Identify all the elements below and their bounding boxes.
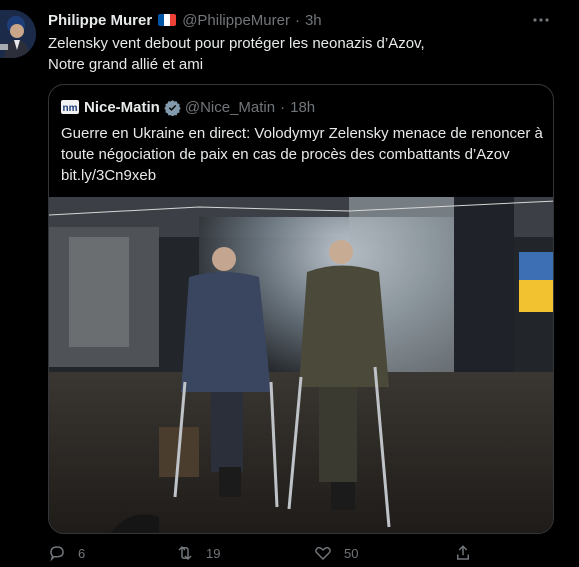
like-count: 50 [344,545,359,561]
tweet-text-line: Zelensky vent debout pour protéger les n… [48,35,425,52]
quoted-tweet-photo[interactable] [49,197,554,534]
quoted-author-name[interactable]: Nice-Matin [84,99,160,116]
tweet-timestamp[interactable]: 3h [305,12,322,29]
svg-text:nm: nm [63,103,78,114]
heart-icon [315,546,331,561]
separator-dot: · [294,11,300,29]
quoted-author-line: nm Nice-Matin @Nice_Matin · 18h [61,97,315,117]
tweet[interactable]: Philippe Murer @PhilippeMurer · 3h Zelen… [0,0,579,567]
author-name[interactable]: Philippe Murer [48,12,152,29]
quoted-text: Guerre en Ukraine en direct: Volodymyr Z… [61,123,547,186]
quoted-timestamp[interactable]: 18h [290,99,315,116]
verified-badge-icon [164,99,181,116]
retweet-count: 19 [206,545,221,561]
author-handle[interactable]: @PhilippeMurer [182,12,290,29]
reply-count: 6 [78,545,86,561]
quoted-text-line: toute négociation de paix en cas de proc… [61,146,510,163]
tweet-text-line: Notre grand allié et ami [48,56,204,73]
reply-button[interactable]: 6 [48,541,85,565]
nice-matin-logo-icon: nm [61,100,79,114]
tweet-actions: 6 19 50 [48,541,528,565]
more-options-icon[interactable] [533,12,549,28]
quoted-tweet[interactable]: nm Nice-Matin @Nice_Matin · 18h Guerre e… [48,84,554,534]
tweet-author-line: Philippe Murer @PhilippeMurer · 3h [48,10,322,30]
france-flag-icon [158,14,177,26]
separator-dot: · [280,98,286,116]
quoted-author-handle[interactable]: @Nice_Matin [185,99,275,116]
quoted-link[interactable]: bit.ly/3Cn9xeb [61,165,547,186]
quoted-text-line: Guerre en Ukraine en direct: Volodymyr Z… [61,125,543,142]
retweet-button[interactable]: 19 [176,541,220,565]
retweet-icon [178,545,192,561]
tweet-text: Zelensky vent debout pour protéger les n… [48,33,548,75]
share-icon [457,545,469,560]
author-avatar[interactable] [0,10,36,58]
share-button[interactable] [454,541,484,565]
like-button[interactable]: 50 [314,541,358,565]
reply-icon [50,546,64,562]
